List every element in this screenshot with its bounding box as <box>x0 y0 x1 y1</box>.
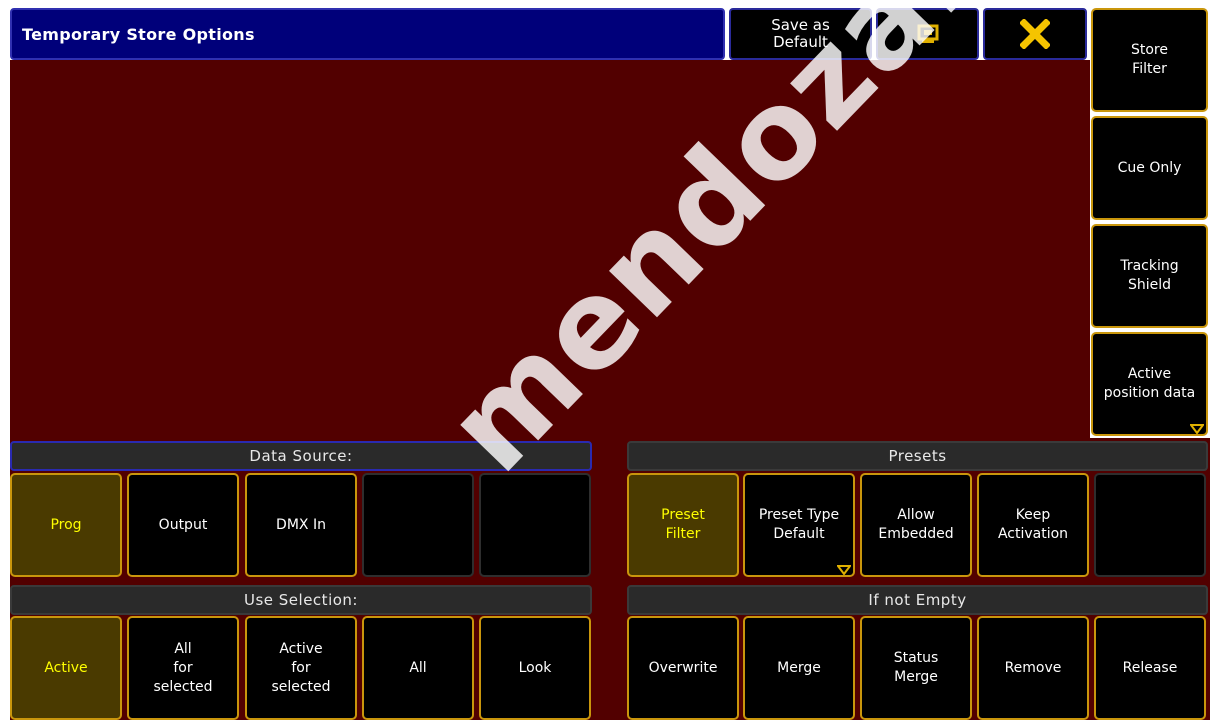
if-not-empty-header: If not Empty <box>627 585 1208 615</box>
dropdown-triangle-icon <box>837 565 851 575</box>
dropdown-triangle-icon <box>1190 424 1204 434</box>
active-position-data-label: Active position data <box>1103 366 1196 401</box>
data-source-empty-slot <box>479 473 591 577</box>
use-selection-active-for-selected-button[interactable]: Active for selected <box>245 616 357 720</box>
presets-empty-slot <box>1094 473 1206 577</box>
overwrite-button[interactable]: Overwrite <box>627 616 739 720</box>
data-source-empty-slot <box>362 473 474 577</box>
preset-type-default-button[interactable]: Preset Type Default <box>743 473 855 577</box>
content-area <box>10 60 1090 438</box>
data-source-output-button[interactable]: Output <box>127 473 239 577</box>
monitor-icon <box>917 24 938 43</box>
release-button[interactable]: Release <box>1094 616 1206 720</box>
data-source-dmx-in-button[interactable]: DMX In <box>245 473 357 577</box>
active-position-data-button[interactable]: Active position data <box>1091 332 1208 436</box>
monitor-button[interactable] <box>876 8 979 60</box>
tracking-shield-button[interactable]: Tracking Shield <box>1091 224 1208 328</box>
window-title: Temporary Store Options <box>22 24 255 44</box>
preset-filter-button[interactable]: Preset Filter <box>627 473 739 577</box>
data-source-prog-button[interactable]: Prog <box>10 473 122 577</box>
title-bar: Temporary Store Options <box>10 8 725 60</box>
presets-header: Presets <box>627 441 1208 471</box>
use-selection-active-button[interactable]: Active <box>10 616 122 720</box>
keep-activation-button[interactable]: Keep Activation <box>977 473 1089 577</box>
use-selection-all-for-selected-button[interactable]: All for selected <box>127 616 239 720</box>
save-as-default-button[interactable]: Save as Default <box>729 8 872 60</box>
use-selection-header: Use Selection: <box>10 585 592 615</box>
close-button[interactable] <box>983 8 1087 60</box>
use-selection-look-button[interactable]: Look <box>479 616 591 720</box>
store-filter-button[interactable]: Store Filter <box>1091 8 1208 112</box>
merge-button[interactable]: Merge <box>743 616 855 720</box>
close-icon <box>1020 19 1050 49</box>
preset-type-default-label: Preset Type Default <box>758 507 840 542</box>
data-source-header: Data Source: <box>10 441 592 471</box>
store-options-window: Temporary Store Options Save as Default … <box>0 0 1210 720</box>
cue-only-button[interactable]: Cue Only <box>1091 116 1208 220</box>
status-merge-button[interactable]: Status Merge <box>860 616 972 720</box>
use-selection-all-button[interactable]: All <box>362 616 474 720</box>
allow-embedded-button[interactable]: Allow Embedded <box>860 473 972 577</box>
remove-button[interactable]: Remove <box>977 616 1089 720</box>
